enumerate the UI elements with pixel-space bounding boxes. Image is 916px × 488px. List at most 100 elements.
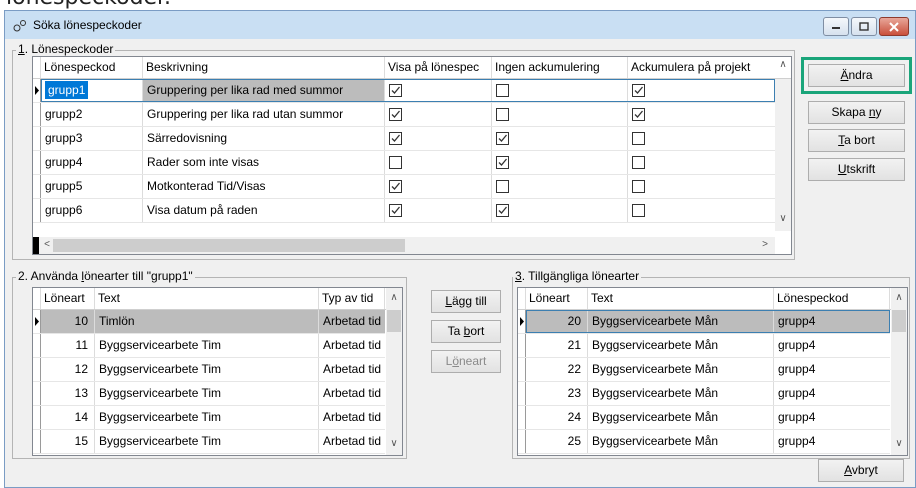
andra-button[interactable]: Ändra <box>808 64 905 87</box>
col-beskrivning[interactable]: Beskrivning <box>143 57 385 78</box>
scroll-down-icon[interactable]: ∨ <box>891 438 907 449</box>
table-row[interactable]: 13 Byggservicearbete Tim Arbetad tid <box>33 382 385 406</box>
vertical-scrollbar[interactable]: ∧ ∨ <box>891 288 907 455</box>
table-row[interactable]: 23 Byggservicearbete Mån grupp4 <box>518 382 890 406</box>
scroll-thumb[interactable] <box>892 310 906 332</box>
avbryt-button[interactable]: Avbryt <box>818 459 904 482</box>
ta-bort-button[interactable]: Ta bort <box>808 129 905 152</box>
vertical-scrollbar[interactable]: ∧ ∨ <box>775 59 791 231</box>
scroll-up-icon[interactable]: ∧ <box>386 292 402 303</box>
scroll-right-icon[interactable]: > <box>759 239 771 250</box>
close-icon <box>889 21 899 32</box>
row-header[interactable] <box>33 358 41 381</box>
ack-checkbox[interactable] <box>632 132 645 145</box>
row-header[interactable] <box>518 358 526 381</box>
col-typ-av-tid[interactable]: Typ av tid <box>319 288 385 309</box>
scroll-thumb[interactable] <box>387 310 401 332</box>
typ-cell: Arbetad tid <box>323 410 382 424</box>
ack-checkbox[interactable] <box>632 180 645 193</box>
close-button[interactable] <box>879 17 909 36</box>
ingen-checkbox[interactable] <box>496 132 509 145</box>
checkmark-icon <box>498 158 507 166</box>
horizontal-scrollbar[interactable]: < > <box>33 237 775 254</box>
col-loneart[interactable]: Löneart <box>526 288 588 309</box>
scroll-thumb[interactable] <box>53 239 405 252</box>
row-header[interactable] <box>33 430 41 453</box>
visa-checkbox[interactable] <box>389 180 402 193</box>
table-row[interactable]: 20 Byggservicearbete Mån grupp4 <box>518 310 890 334</box>
visa-checkbox[interactable] <box>389 204 402 217</box>
visa-checkbox[interactable] <box>389 108 402 121</box>
skapa-ny-button[interactable]: Skapa ny <box>808 101 905 124</box>
table-row[interactable]: grupp6 Visa datum på raden <box>33 199 775 223</box>
col-text[interactable]: Text <box>95 288 319 309</box>
ack-checkbox[interactable] <box>632 108 645 121</box>
table-row[interactable]: 11 Byggservicearbete Tim Arbetad tid <box>33 334 385 358</box>
col-loneart[interactable]: Löneart <box>41 288 95 309</box>
row-header[interactable] <box>33 199 41 222</box>
kod-text: grupp1 <box>45 81 89 99</box>
ingen-checkbox[interactable] <box>496 84 509 97</box>
lagg-till-button[interactable]: Lägg till <box>431 290 501 313</box>
visa-checkbox[interactable] <box>389 84 402 97</box>
table-row[interactable]: 25 Byggservicearbete Mån grupp4 <box>518 430 890 454</box>
checkmark-icon <box>391 206 400 214</box>
scroll-up-icon[interactable]: ∧ <box>775 59 791 70</box>
ingen-checkbox[interactable] <box>496 180 509 193</box>
col-lonespeckod[interactable]: Lönespeckod <box>774 288 890 309</box>
table-row[interactable]: grupp3 Särredovisning <box>33 127 775 151</box>
ack-checkbox[interactable] <box>632 84 645 97</box>
ta-bort-loneart-button[interactable]: Ta bort <box>431 320 501 343</box>
row-header[interactable] <box>33 79 41 102</box>
table-row[interactable]: 21 Byggservicearbete Mån grupp4 <box>518 334 890 358</box>
col-visa[interactable]: Visa på lönespec <box>385 57 492 78</box>
table-row[interactable]: 22 Byggservicearbete Mån grupp4 <box>518 358 890 382</box>
row-header[interactable] <box>33 310 41 333</box>
table-row[interactable]: 24 Byggservicearbete Mån grupp4 <box>518 406 890 430</box>
row-header[interactable] <box>33 103 41 126</box>
row-header[interactable] <box>518 430 526 453</box>
ingen-cell <box>492 103 628 126</box>
minimize-button[interactable] <box>823 17 849 36</box>
row-header[interactable] <box>33 334 41 357</box>
ack-checkbox[interactable] <box>632 156 645 169</box>
row-header[interactable] <box>518 406 526 429</box>
lonespeckoder-table: Lönespeckod Beskrivning Visa på lönespec… <box>32 56 792 255</box>
row-header[interactable] <box>33 406 41 429</box>
kod-cell: grupp2 <box>41 103 143 126</box>
col-text[interactable]: Text <box>588 288 774 309</box>
ack-checkbox[interactable] <box>632 204 645 217</box>
scroll-up-icon[interactable]: ∧ <box>891 292 907 303</box>
table-row[interactable]: 15 Byggservicearbete Tim Arbetad tid <box>33 430 385 454</box>
loneart-cell: 10 <box>41 310 95 333</box>
ingen-checkbox[interactable] <box>496 204 509 217</box>
row-header[interactable] <box>33 151 41 174</box>
row-header[interactable] <box>33 127 41 150</box>
scroll-down-icon[interactable]: ∨ <box>386 438 402 449</box>
loneart-button[interactable]: Löneart <box>431 350 501 373</box>
row-header[interactable] <box>518 334 526 357</box>
ingen-checkbox[interactable] <box>496 156 509 169</box>
table-row[interactable]: 12 Byggservicearbete Tim Arbetad tid <box>33 358 385 382</box>
table-row[interactable]: 10 Timlön Arbetad tid <box>33 310 385 334</box>
table-row[interactable]: grupp4 Rader som inte visas <box>33 151 775 175</box>
vertical-scrollbar[interactable]: ∧ ∨ <box>386 288 402 455</box>
col-ingen[interactable]: Ingen ackumulering <box>492 57 628 78</box>
row-header[interactable] <box>33 175 41 198</box>
table-row[interactable]: grupp5 Motkonterad Tid/Visas <box>33 175 775 199</box>
table-row[interactable]: grupp2 Gruppering per lika rad utan summo… <box>33 103 775 127</box>
row-header[interactable] <box>518 310 526 333</box>
maximize-button[interactable] <box>851 17 877 36</box>
row-header[interactable] <box>518 382 526 405</box>
col-ackumulera[interactable]: Ackumulera på projekt <box>628 57 773 78</box>
scroll-down-icon[interactable]: ∨ <box>775 213 791 224</box>
utskrift-button[interactable]: Utskrift <box>808 158 905 181</box>
table-row[interactable]: grupp1 Gruppering per lika rad med summor <box>33 79 775 103</box>
visa-checkbox[interactable] <box>389 156 402 169</box>
visa-checkbox[interactable] <box>389 132 402 145</box>
scroll-left-icon[interactable]: < <box>41 239 53 250</box>
row-header[interactable] <box>33 382 41 405</box>
col-lonespeckod[interactable]: Lönespeckod <box>41 57 143 78</box>
ingen-checkbox[interactable] <box>496 108 509 121</box>
table-row[interactable]: 14 Byggservicearbete Tim Arbetad tid <box>33 406 385 430</box>
